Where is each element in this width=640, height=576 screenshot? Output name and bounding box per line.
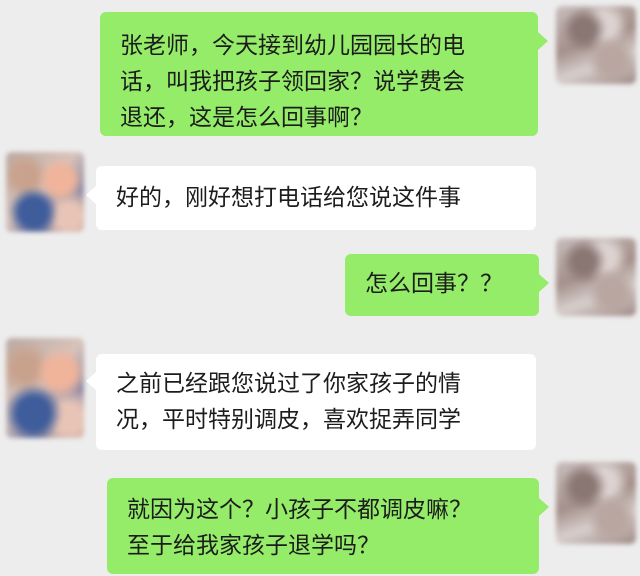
bubble-tail: [539, 274, 549, 292]
bubble-tail: [538, 32, 548, 50]
bubble-tail: [86, 372, 96, 390]
message-text: 怎么回事？？: [365, 271, 503, 297]
bubble-tail: [86, 186, 96, 204]
received-message-bubble[interactable]: 之前已经跟您说过了你家孩子的情 况，平时特别调皮，喜欢捉弄同学: [96, 354, 536, 450]
message-text: 就因为这个？小孩子不都调皮嘛？ 至于给我家孩子退学吗？: [127, 497, 472, 559]
blurred-avatar-icon[interactable]: [556, 238, 636, 316]
sent-message-bubble[interactable]: 张老师，今天接到幼儿园园长的电 话，叫我把孩子领回家？说学费会 退还，这是怎么回…: [100, 12, 538, 136]
blurred-avatar-icon[interactable]: [6, 152, 84, 232]
blurred-avatar-icon[interactable]: [6, 338, 84, 438]
message-text: 好的，刚好想打电话给您说这件事: [116, 185, 461, 211]
sent-message-bubble[interactable]: 就因为这个？小孩子不都调皮嘛？ 至于给我家孩子退学吗？: [107, 478, 539, 574]
received-message-bubble[interactable]: 好的，刚好想打电话给您说这件事: [96, 166, 536, 230]
blurred-avatar-icon[interactable]: [556, 6, 636, 84]
message-text: 张老师，今天接到幼儿园园长的电 话，叫我把孩子领回家？说学费会 退还，这是怎么回…: [120, 33, 465, 131]
message-text: 之前已经跟您说过了你家孩子的情 况，平时特别调皮，喜欢捉弄同学: [116, 371, 461, 433]
sent-message-bubble[interactable]: 怎么回事？？: [345, 254, 539, 316]
bubble-tail: [539, 498, 549, 516]
chat-conversation: 张老师，今天接到幼儿园园长的电 话，叫我把孩子领回家？说学费会 退还，这是怎么回…: [0, 0, 640, 576]
blurred-avatar-icon[interactable]: [556, 462, 636, 544]
